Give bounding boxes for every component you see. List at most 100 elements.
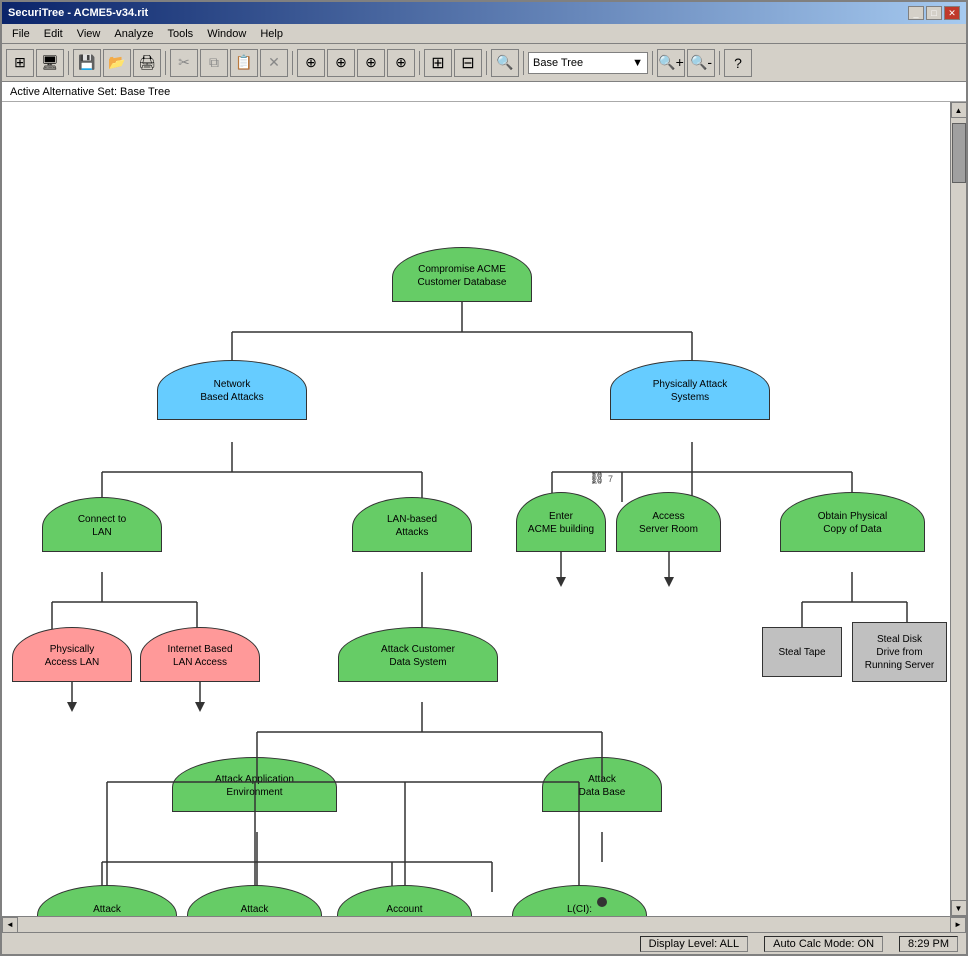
toolbar: ⊞ 🖥 💾 📂 🖨 ✂ ⧉ 📋 ✕ ⊕ ⊕ ⊕ ⊕ ⊞ ⊟ 🔍 Base Tre… (2, 44, 966, 82)
node-obtain-physical-label: Obtain Physical Copy of Data (818, 510, 887, 536)
node-attack-app-os-label: Attack Application's OS (70, 903, 143, 916)
toolbar-btn-delete[interactable]: ✕ (260, 49, 288, 77)
time-status: 8:29 PM (899, 936, 958, 952)
scroll-left-button[interactable]: ◄ (2, 917, 18, 933)
tree-canvas: Compromise ACME Customer Database Networ… (2, 102, 932, 902)
main-content: Compromise ACME Customer Database Networ… (2, 102, 966, 916)
node-steal-disk[interactable]: Steal Disk Drive from Running Server (852, 622, 947, 682)
toolbar-btn-7[interactable]: ⊕ (357, 49, 385, 77)
menu-help[interactable]: Help (254, 27, 289, 41)
node-network-label: Network Based Attacks (200, 378, 263, 404)
node-connect-lan[interactable]: Connect to LAN (42, 497, 162, 552)
toolbar-btn-grid1[interactable]: ⊞ (424, 49, 452, 77)
node-enter-acme-label: EnterACME building (528, 510, 594, 536)
node-network[interactable]: Network Based Attacks (157, 360, 307, 420)
toolbar-btn-help[interactable]: ? (724, 49, 752, 77)
menu-tools[interactable]: Tools (162, 27, 200, 41)
auto-calc-status: Auto Calc Mode: ON (764, 936, 883, 952)
display-level-status: Display Level: ALL (640, 936, 749, 952)
node-obtain-physical[interactable]: Obtain Physical Copy of Data (780, 492, 925, 552)
node-access-server-label: Access Server Room (639, 510, 698, 536)
dropdown-label: Base Tree (533, 57, 583, 69)
node-compromise-oracle-label: L(CI): Compromise Oracle (535, 903, 624, 916)
node-attack-app-env-label: Attack Application Environment (215, 773, 294, 799)
node-steal-disk-label: Steal Disk Drive from Running Server (865, 633, 934, 672)
toolbar-btn-copy[interactable]: ⧉ (200, 49, 228, 77)
toolbar-btn-open[interactable]: 📂 (103, 49, 131, 77)
node-attack-customer-label: Attack Customer Data System (381, 643, 455, 669)
active-set-bar: Active Alternative Set: Base Tree (2, 82, 966, 102)
node-access-server[interactable]: Access Server Room (616, 492, 721, 552)
scroll-right-button[interactable]: ► (950, 917, 966, 933)
scroll-track-v (951, 118, 967, 900)
toolbar-btn-cut[interactable]: ✂ (170, 49, 198, 77)
menu-edit[interactable]: Edit (38, 27, 69, 41)
toolbar-separator-8 (719, 51, 720, 75)
minimize-button[interactable]: _ (908, 6, 924, 20)
node-steal-tape[interactable]: Steal Tape (762, 627, 842, 677)
scroll-thumb-v[interactable] (952, 123, 966, 183)
node-physical-attack-label: Physically Attack Systems (653, 378, 727, 404)
scroll-up-button[interactable]: ▲ (951, 102, 967, 118)
node-internet-lan[interactable]: Internet Based LAN Access (140, 627, 260, 682)
node-lan-based-label: LAN-based Attacks (387, 513, 437, 539)
node-attack-app-code[interactable]: Attack Application Code (187, 885, 322, 916)
toolbar-btn-zoom-out[interactable]: 🔍- (687, 49, 715, 77)
node-compromise-oracle[interactable]: L(CI): Compromise Oracle (512, 885, 647, 916)
alternative-set-dropdown[interactable]: Base Tree ▼ (528, 52, 648, 74)
node-attack-database[interactable]: Attack Data Base (542, 757, 662, 812)
node-attack-app-env[interactable]: Attack Application Environment (172, 757, 337, 812)
node-internet-lan-label: Internet Based LAN Access (167, 643, 232, 669)
canvas-area[interactable]: Compromise ACME Customer Database Networ… (2, 102, 950, 916)
vertical-scrollbar[interactable]: ▲ ▼ (950, 102, 966, 916)
toolbar-separator-6 (523, 51, 524, 75)
active-set-label: Active Alternative Set: Base Tree (10, 86, 170, 98)
node-physical-attack[interactable]: Physically Attack Systems (610, 360, 770, 420)
toolbar-btn-find[interactable]: 🔍 (491, 49, 519, 77)
node-lan-based[interactable]: LAN-based Attacks (352, 497, 472, 552)
toolbar-btn-print[interactable]: 🖨 (133, 49, 161, 77)
toolbar-btn-2[interactable]: 🖥 (36, 49, 64, 77)
toolbar-btn-6[interactable]: ⊕ (327, 49, 355, 77)
node-enter-acme[interactable]: EnterACME building ⛓ 7 (516, 492, 606, 552)
scroll-down-button[interactable]: ▼ (951, 900, 967, 916)
toolbar-btn-paste[interactable]: 📋 (230, 49, 258, 77)
main-window: SecuriTree - ACME5-v34.rit _ □ ✕ File Ed… (0, 0, 968, 956)
title-bar: SecuriTree - ACME5-v34.rit _ □ ✕ (2, 2, 966, 24)
node-phys-access-lan[interactable]: Physically Access LAN (12, 627, 132, 682)
menu-analyze[interactable]: Analyze (108, 27, 159, 41)
node-attack-app-code-label: Attack Application Code (217, 903, 293, 916)
node-account-based[interactable]: Account Based Attacks (337, 885, 472, 916)
node-account-based-label: Account Based Attacks (373, 903, 436, 916)
horizontal-scrollbar: ◄ ► (2, 916, 966, 932)
status-bar: Display Level: ALL Auto Calc Mode: ON 8:… (2, 932, 966, 954)
node-steal-tape-label: Steal Tape (778, 646, 825, 659)
node-root[interactable]: Compromise ACME Customer Database (392, 247, 532, 302)
node-attack-customer[interactable]: Attack Customer Data System (338, 627, 498, 682)
toolbar-btn-5[interactable]: ⊕ (297, 49, 325, 77)
toolbar-btn-zoom-in[interactable]: 🔍+ (657, 49, 685, 77)
chevron-down-icon: ▼ (632, 57, 643, 69)
node-attack-database-label: Attack Data Base (579, 773, 626, 799)
close-button[interactable]: ✕ (944, 6, 960, 20)
node-connect-lan-label: Connect to LAN (78, 513, 126, 539)
menu-file[interactable]: File (6, 27, 36, 41)
toolbar-separator-2 (165, 51, 166, 75)
menu-window[interactable]: Window (201, 27, 252, 41)
toolbar-btn-save[interactable]: 💾 (73, 49, 101, 77)
menu-bar: File Edit View Analyze Tools Window Help (2, 24, 966, 44)
toolbar-separator-4 (419, 51, 420, 75)
window-title: SecuriTree - ACME5-v34.rit (8, 7, 148, 19)
node-attack-app-os[interactable]: Attack Application's OS (37, 885, 177, 916)
chain-badge: ⛓ 7 (589, 471, 613, 487)
scroll-track-h (18, 917, 950, 933)
toolbar-separator-5 (486, 51, 487, 75)
node-phys-access-lan-label: Physically Access LAN (45, 643, 99, 669)
toolbar-separator-3 (292, 51, 293, 75)
maximize-button[interactable]: □ (926, 6, 942, 20)
toolbar-btn-1[interactable]: ⊞ (6, 49, 34, 77)
toolbar-separator-1 (68, 51, 69, 75)
menu-view[interactable]: View (71, 27, 107, 41)
toolbar-btn-grid2[interactable]: ⊟ (454, 49, 482, 77)
toolbar-btn-8[interactable]: ⊕ (387, 49, 415, 77)
